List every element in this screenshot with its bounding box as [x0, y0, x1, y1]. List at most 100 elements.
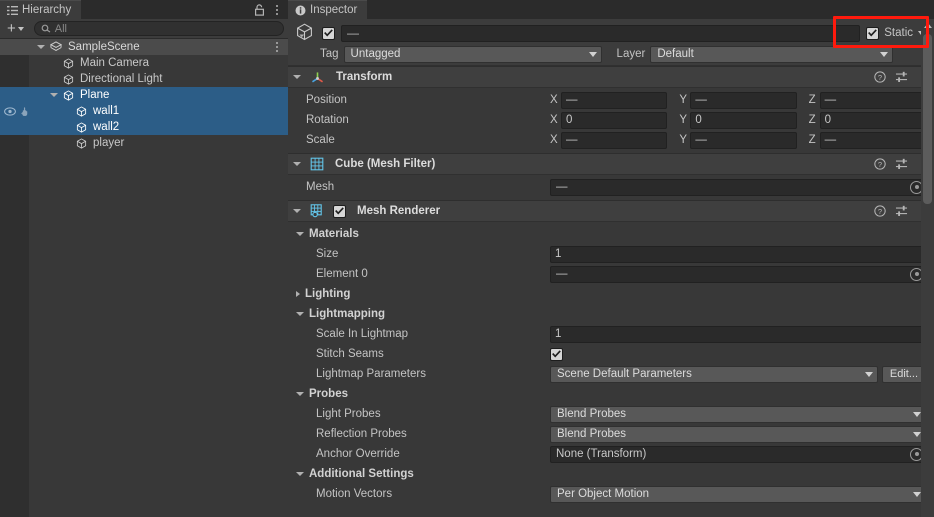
dropdown-field[interactable]: Blend Probes	[550, 405, 926, 423]
row-visibility-gutter	[0, 55, 29, 71]
hierarchy-item-player[interactable]: player	[0, 135, 288, 151]
axis-value-z: —	[824, 94, 837, 106]
foldout-toggle[interactable]	[293, 75, 301, 79]
preset-icon[interactable]	[895, 205, 908, 217]
kebab-menu-icon[interactable]	[271, 40, 282, 54]
tab-inspector[interactable]: Inspector	[288, 0, 368, 19]
mesh-renderer-component-enabled-checkbox[interactable]	[333, 204, 346, 218]
foldout-toggle[interactable]	[296, 232, 304, 236]
property-label: Element 0	[316, 268, 368, 280]
transform-component-header[interactable]: Transform?	[288, 66, 934, 88]
eye-icon[interactable]	[4, 106, 16, 116]
checkbox-wrap	[550, 347, 926, 361]
hierarchy-tabbar: Hierarchy	[0, 0, 288, 19]
help-icon[interactable]: ?	[874, 158, 886, 170]
inspector-tabbar: Inspector	[288, 0, 934, 19]
axis-value-x: —	[566, 94, 578, 106]
dropdown-field[interactable]: Per Object Motion	[550, 485, 926, 503]
preset-icon[interactable]	[895, 158, 908, 170]
checkbox-field[interactable]	[550, 347, 563, 361]
section-additional-settings[interactable]: Additional Settings	[288, 464, 934, 484]
mesh-filter-component-header[interactable]: Cube (Mesh Filter)?	[288, 153, 934, 175]
static-checkbox-group[interactable]: Static	[866, 26, 926, 40]
foldout-toggle[interactable]	[35, 45, 47, 49]
static-checkbox[interactable]	[866, 26, 880, 40]
hierarchy-item-label: wall2	[93, 121, 120, 133]
hierarchy-item-directional-light[interactable]: Directional Light	[0, 71, 288, 87]
property-row-scale-in-lightmap: Scale In Lightmap 1	[288, 324, 934, 344]
row-content: Directional Light	[29, 71, 288, 87]
field-value: 1	[555, 248, 562, 260]
mesh-renderer-icon	[310, 204, 324, 218]
section-lightmapping[interactable]: Lightmapping	[288, 304, 934, 324]
field-value: None (Transform)	[556, 448, 647, 460]
axis-input-x[interactable]: —	[561, 131, 668, 149]
tab-hierarchy[interactable]: Hierarchy	[0, 0, 82, 19]
svg-text:?: ?	[878, 207, 882, 216]
inspector-scrollbar[interactable]	[921, 19, 934, 517]
axis-label-z: Z	[808, 94, 816, 106]
mesh-renderer-component-body: Materials Size 1 Element 0 — Lighting Lightmap…	[288, 222, 934, 507]
axis-input-x[interactable]: —	[561, 91, 668, 109]
section-probes[interactable]: Probes	[288, 384, 934, 404]
hierarchy-item-label: Main Camera	[80, 57, 150, 69]
mesh-renderer-component-header[interactable]: Mesh Renderer?	[288, 200, 934, 222]
preset-icon[interactable]	[895, 71, 908, 83]
foldout-toggle[interactable]	[296, 291, 300, 297]
property-label: Scale	[306, 134, 335, 146]
gameobject-name-field[interactable]: —	[341, 24, 861, 42]
foldout-toggle[interactable]	[296, 392, 304, 396]
foldout-toggle[interactable]	[48, 93, 60, 97]
help-icon[interactable]: ?	[874, 205, 886, 217]
kebab-menu-icon[interactable]	[271, 3, 282, 17]
foldout-toggle[interactable]	[296, 472, 304, 476]
section-materials[interactable]: Materials	[288, 224, 934, 244]
axis-input-z[interactable]: —	[819, 91, 926, 109]
tag-layer-row: Tag Untagged Layer Default	[288, 43, 934, 63]
axis-value-x: 0	[566, 114, 573, 126]
row-visibility-gutter	[0, 39, 29, 55]
layer-dropdown[interactable]: Default	[650, 45, 894, 63]
axis-input-z[interactable]: —	[819, 131, 926, 149]
property-row-light-probes: Light Probes Blend Probes	[288, 404, 934, 424]
foldout-toggle[interactable]	[293, 209, 301, 213]
inspector-tabbar-filler	[367, 0, 934, 19]
gameobject-cube-icon[interactable]	[294, 22, 316, 44]
property-row-size: Size 1	[288, 244, 934, 264]
axis-input-z[interactable]: 0	[819, 111, 926, 129]
foldout-toggle[interactable]	[293, 162, 301, 166]
axis-label-y: Y	[679, 134, 687, 146]
search-input[interactable]: All	[33, 21, 284, 36]
scroll-up-arrow-icon[interactable]	[921, 19, 934, 32]
text-input[interactable]: 1	[550, 245, 926, 263]
edit-button[interactable]: Edit...	[881, 365, 926, 383]
lock-icon[interactable]	[254, 3, 265, 16]
axis-input-x[interactable]: 0	[561, 111, 668, 129]
info-icon	[295, 5, 306, 16]
hierarchy-item-wall1[interactable]: wall1	[0, 103, 288, 119]
dropdown-field[interactable]: Blend Probes	[550, 425, 926, 443]
axis-value-x: —	[566, 134, 578, 146]
dropdown-field[interactable]: Scene Default Parameters	[550, 365, 878, 383]
help-icon[interactable]: ?	[874, 71, 886, 83]
axis-input-y[interactable]: —	[690, 91, 797, 109]
hierarchy-item-main-camera[interactable]: Main Camera	[0, 55, 288, 71]
scrollbar-thumb[interactable]	[923, 34, 932, 204]
object-field[interactable]: —	[550, 178, 926, 196]
axis-input-y[interactable]: 0	[690, 111, 797, 129]
hierarchy-item-wall2[interactable]: wall2	[0, 119, 288, 135]
tag-dropdown[interactable]: Untagged	[343, 45, 602, 63]
section-label: Lighting	[305, 288, 351, 300]
field-value: Scene Default Parameters	[557, 368, 692, 380]
search-icon	[41, 24, 51, 34]
foldout-toggle[interactable]	[296, 312, 304, 316]
object-field[interactable]: —	[550, 265, 926, 283]
section-lighting[interactable]: Lighting	[288, 284, 934, 304]
text-input[interactable]: 1	[550, 325, 926, 343]
hierarchy-item-samplescene[interactable]: SampleScene	[0, 39, 288, 55]
gameobject-enabled-checkbox[interactable]	[322, 26, 335, 40]
axis-input-y[interactable]: —	[690, 131, 797, 149]
create-object-button[interactable]: +	[4, 21, 27, 37]
hierarchy-item-plane[interactable]: Plane	[0, 87, 288, 103]
object-field[interactable]: None (Transform)	[550, 445, 926, 463]
